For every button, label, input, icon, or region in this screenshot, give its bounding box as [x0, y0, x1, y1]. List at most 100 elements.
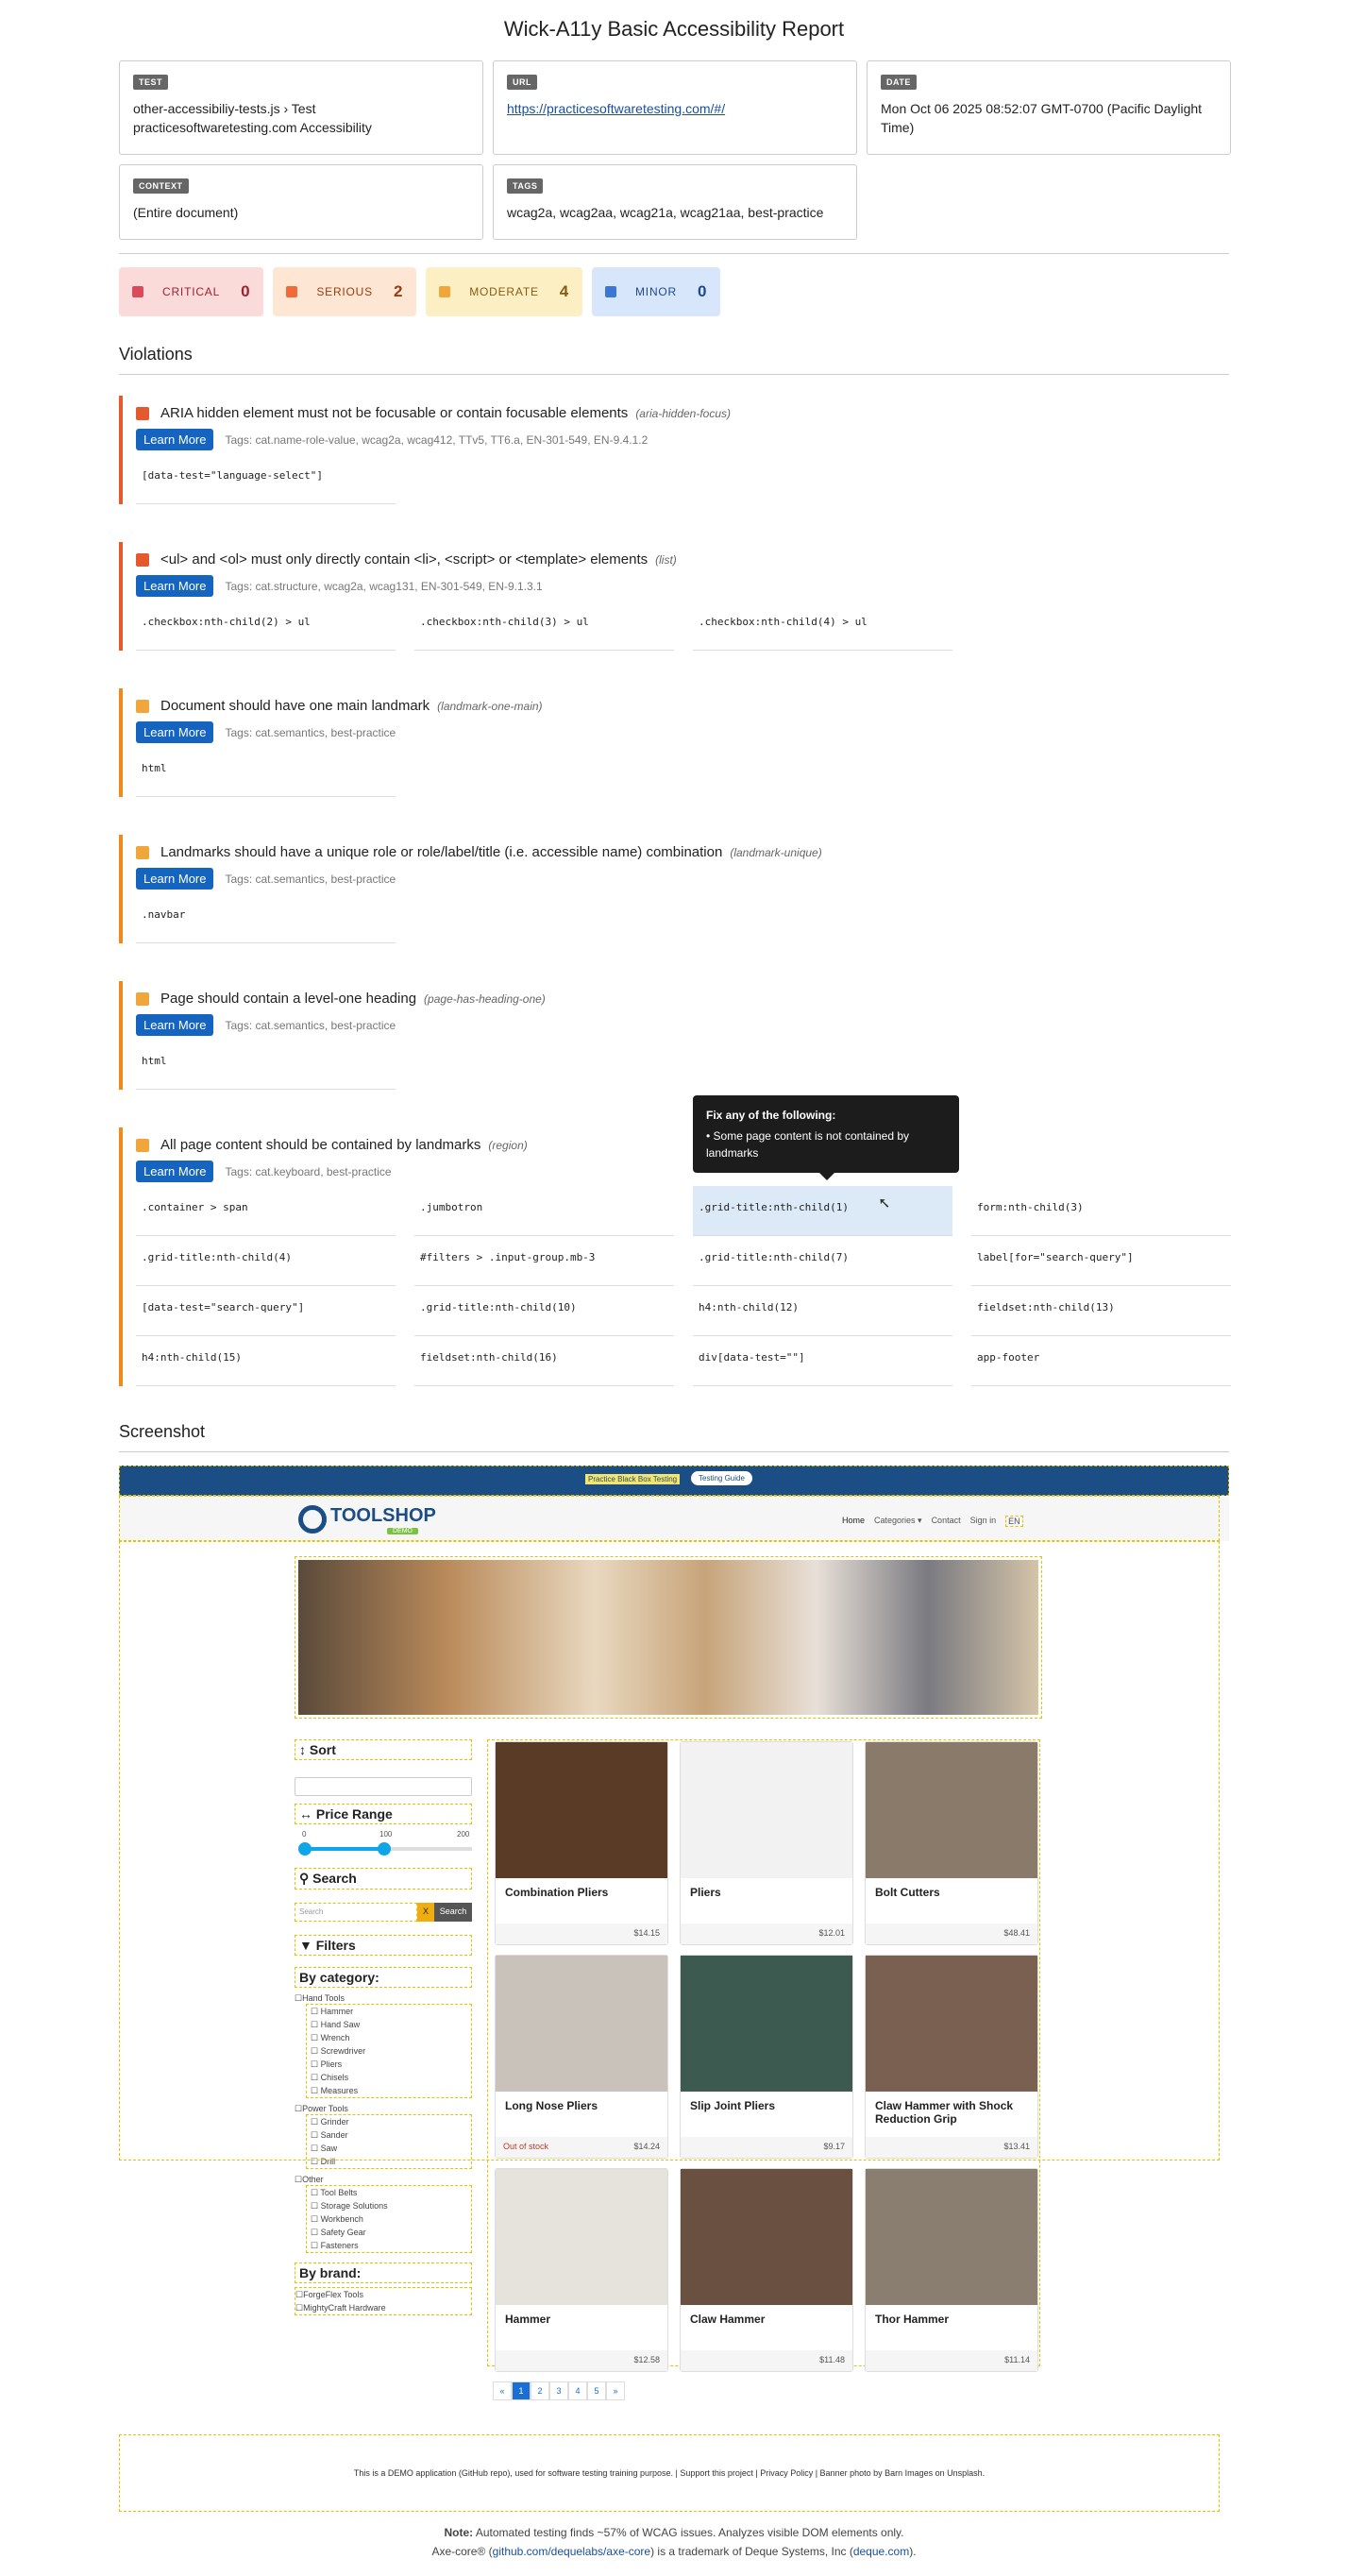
selector-cell[interactable]: [data-test="language-select"] [136, 454, 396, 504]
severity-label: MINOR [635, 285, 678, 298]
brand-option[interactable]: ☐MightyCraft Hardware [295, 2301, 471, 2314]
url-link[interactable]: https://practicesoftwaretesting.com/#/ [507, 101, 725, 116]
selector-cell[interactable]: .grid-title:nth-child(1) [693, 1186, 952, 1236]
checkbox[interactable]: ☐ [311, 2188, 320, 2197]
context-label: CONTEXT [133, 178, 189, 194]
category-option[interactable]: ☐ Tool Belts [311, 2186, 467, 2199]
category-option[interactable]: ☐ Fasteners [311, 2239, 467, 2252]
violation-rule-id: (aria-hidden-focus) [635, 406, 732, 420]
severity-count: 0 [241, 282, 251, 300]
checkbox[interactable]: ☐ [311, 2201, 321, 2211]
selector-grid: .checkbox:nth-child(2) > ul .checkbox:nth… [136, 601, 1229, 651]
nav-item[interactable]: Contact [932, 1516, 961, 1527]
severity-dot [439, 286, 451, 297]
testing-guide-button[interactable]: Testing Guide [691, 1471, 752, 1485]
violation-meta: Learn More Tags: cat.structure, wcag2a, w… [136, 575, 1229, 597]
learn-more-button[interactable]: Learn More [136, 868, 214, 890]
selector-cell[interactable]: .checkbox:nth-child(2) > ul [136, 601, 396, 651]
product-price: $11.14 [1004, 2355, 1030, 2364]
checkbox[interactable]: ☐ [295, 2175, 302, 2184]
page-link[interactable]: 2 [531, 2381, 549, 2400]
category-group-label: Other [302, 2175, 324, 2184]
selector-cell[interactable]: fieldset:nth-child(16) [414, 1336, 674, 1386]
product-card[interactable]: Hammer $12.58 [495, 2168, 668, 2372]
checkbox[interactable]: ☐ [311, 2214, 321, 2224]
divider [119, 374, 1229, 375]
checkbox[interactable]: ☐ [311, 2228, 321, 2237]
product-card[interactable]: Claw Hammer $11.48 [680, 2168, 853, 2372]
violation-item: ARIA hidden element must not be focusabl… [119, 396, 1229, 504]
page-link[interactable]: 5 [587, 2381, 606, 2400]
checkbox[interactable]: ☐ [311, 2241, 321, 2250]
learn-more-button[interactable]: Learn More [136, 1161, 214, 1182]
checkbox[interactable]: ☐ [295, 2303, 303, 2313]
selector-cell[interactable]: html [136, 747, 396, 797]
selector-cell[interactable]: div[data-test=""] [693, 1336, 952, 1386]
nav-item[interactable]: Sign in [970, 1516, 997, 1527]
selector-cell[interactable]: .navbar [136, 893, 396, 943]
page-link[interactable]: « [493, 2381, 512, 2400]
violation-item: Page should contain a level-one heading (… [119, 981, 1229, 1090]
learn-more-button[interactable]: Learn More [136, 721, 214, 743]
checkbox[interactable]: ☐ [295, 2290, 303, 2299]
product-image [866, 2169, 1037, 2305]
product-card[interactable]: Thor Hammer $11.14 [865, 2168, 1038, 2372]
product-image [681, 2169, 852, 2305]
nav-item[interactable]: Categories ▾ [874, 1516, 922, 1527]
page-link[interactable]: 3 [549, 2381, 568, 2400]
category-option[interactable]: ☐ Storage Solutions [311, 2199, 467, 2212]
selector-cell[interactable]: form:nth-child(3) [971, 1186, 1231, 1236]
nav-item[interactable]: Home [842, 1516, 865, 1527]
tags-value: wcag2a, wcag2aa, wcag21a, wcag21aa, best… [507, 205, 824, 220]
selector-cell[interactable]: .grid-title:nth-child(7) [693, 1236, 952, 1286]
selector-cell[interactable]: .grid-title:nth-child(10) [414, 1286, 674, 1336]
severity-count: 4 [559, 282, 570, 300]
category-option-label: Fasteners [320, 2241, 359, 2250]
selector-cell[interactable]: [data-test="search-query"] [136, 1286, 396, 1336]
learn-more-button[interactable]: Learn More [136, 1014, 214, 1036]
selector-cell[interactable]: .container > span [136, 1186, 396, 1236]
deque-link[interactable]: deque.com [853, 2545, 909, 2558]
axe-line: Axe-core® (github.com/dequelabs/axe-core… [431, 2545, 917, 2558]
violation-meta: Learn More Tags: cat.semantics, best-prac… [136, 721, 1229, 743]
axe-core-link[interactable]: github.com/dequelabs/axe-core [493, 2545, 650, 2558]
selector-cell[interactable]: html [136, 1040, 396, 1090]
site-logo[interactable]: TOOLSHOP [330, 1505, 436, 1527]
selector-cell[interactable]: .jumbotron [414, 1186, 674, 1236]
selector-cell[interactable]: .checkbox:nth-child(4) > ul [693, 601, 952, 651]
selector-cell[interactable]: fieldset:nth-child(13) [971, 1286, 1231, 1336]
selector-cell[interactable]: #filters > .input-group.mb-3 [414, 1236, 674, 1286]
violation-title: Landmarks should have a unique role or r… [160, 844, 723, 860]
selector-cell[interactable]: h4:nth-child(12) [693, 1286, 952, 1336]
violation-title-row: ARIA hidden element must not be focusabl… [136, 405, 1229, 421]
violation-tags: Tags: cat.semantics, best-practice [225, 872, 396, 886]
severity-summary: CRITICAL 0 SERIOUS 2 MODERATE 4 MINOR 0 [119, 267, 1229, 316]
logo-demo-badge: DEMO [387, 1528, 418, 1534]
selector-cell[interactable]: h4:nth-child(15) [136, 1336, 396, 1386]
site-nav: Home Categories ▾ Contact Sign in EN [842, 1516, 1023, 1527]
brand-option[interactable]: ☐ForgeFlex Tools [295, 2288, 471, 2301]
violation-title-row: Landmarks should have a unique role or r… [136, 844, 1229, 860]
date-label: DATE [881, 75, 917, 90]
page-link[interactable]: 1 [512, 2381, 531, 2400]
page-link[interactable]: 4 [568, 2381, 587, 2400]
report-title: Wick-A11y Basic Accessibility Report [503, 17, 845, 41]
selector-cell[interactable]: .grid-title:nth-child(4) [136, 1236, 396, 1286]
nav-item[interactable]: EN [1005, 1516, 1023, 1527]
selector-cell[interactable]: label[for="search-query"] [971, 1236, 1231, 1286]
category-option[interactable]: ☐ Workbench [311, 2212, 467, 2226]
page-link[interactable]: » [606, 2381, 625, 2400]
selector-cell[interactable]: .checkbox:nth-child(3) > ul [414, 601, 674, 651]
date-card: DATE Mon Oct 06 2025 08:52:07 GMT-0700 (… [867, 60, 1231, 155]
learn-more-button[interactable]: Learn More [136, 575, 214, 597]
tooltip: Fix any of the following: • Some page con… [693, 1095, 959, 1180]
violation-rule-id: (region) [488, 1138, 528, 1152]
selector-cell[interactable]: app-footer [971, 1336, 1231, 1386]
violation-meta: Learn More Tags: cat.semantics, best-prac… [136, 868, 1229, 890]
brand-option-label: ForgeFlex Tools [303, 2290, 363, 2299]
learn-more-button[interactable]: Learn More [136, 429, 214, 450]
severity-serious: SERIOUS 2 [273, 267, 417, 316]
category-option[interactable]: ☐ Safety Gear [311, 2226, 467, 2239]
severity-icon [136, 406, 149, 420]
selector-grid: .container > span .jumbotron .grid-title:n… [136, 1186, 1231, 1386]
